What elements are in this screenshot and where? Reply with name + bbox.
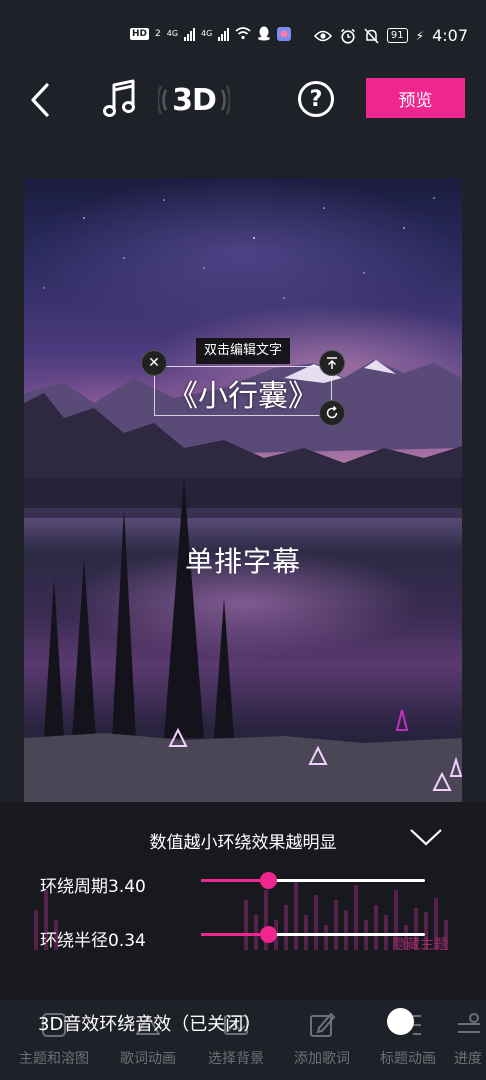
subtitle-text[interactable]: 单排字幕 [24, 540, 462, 580]
slider-fill [201, 879, 269, 882]
tab-lyrics-animation-label: 歌词动画 [120, 1051, 176, 1067]
qq-icon [258, 26, 271, 41]
surround-period-slider[interactable] [201, 871, 425, 891]
eye-icon [313, 30, 332, 41]
back-button[interactable] [22, 78, 58, 122]
hd-badge: HD [130, 27, 150, 40]
3d-effect-status: 3D音效环绕音效（已关闭） [38, 1014, 262, 1035]
wifi-icon [235, 27, 251, 40]
charging-icon: ⚡ [415, 28, 425, 43]
battery-indicator: 91 [386, 28, 408, 43]
chevron-down-icon [410, 829, 442, 846]
hide-theme-label[interactable]: 隐藏主题 [392, 934, 448, 954]
double-click-edit-hint: 双击编辑文字 [196, 338, 291, 364]
network-type-2: 4G [201, 29, 213, 38]
title-text[interactable]: 《小行囊》 [155, 371, 331, 415]
music-button[interactable] [100, 76, 140, 122]
slider-thumb[interactable] [260, 926, 278, 943]
hd-sub: 2 [155, 28, 161, 39]
chevron-left-icon [31, 83, 49, 117]
signal-icon [184, 27, 196, 41]
3d-effect-toggle[interactable] [387, 1008, 414, 1035]
collapse-panel-button[interactable] [408, 824, 444, 850]
3d-sound-button[interactable]: 3D [158, 78, 230, 122]
top-arrow-icon [327, 357, 337, 369]
close-icon: ✕ [148, 355, 160, 371]
clock: 4:07 [432, 26, 468, 45]
bring-to-top-button[interactable] [319, 350, 345, 376]
tab-progress[interactable]: 进度 [454, 1008, 486, 1068]
preview-button[interactable]: 预览 [366, 78, 465, 118]
network-type-1: 4G [166, 29, 179, 38]
app-notification-icon [277, 26, 292, 41]
surround-settings-panel: 数值越小环绕效果越明显 环绕周期3.40 环绕半径0.34 隐藏主题 [0, 802, 486, 1012]
tab-add-lyrics[interactable]: 添加歌词 [282, 1008, 362, 1068]
status-left: HD 2 4G 4G [130, 26, 292, 41]
tab-add-lyrics-label: 添加歌词 [294, 1051, 350, 1067]
surround-period-label: 环绕周期3.40 [40, 877, 146, 897]
edit-icon [310, 1012, 336, 1037]
mute-bell-icon [364, 27, 379, 44]
3d-label: 3D [172, 82, 217, 118]
tab-title-animation-label: 标题动画 [380, 1051, 436, 1067]
rotate-icon [326, 406, 338, 419]
music-note-icon [103, 79, 135, 117]
question-icon: ? [309, 86, 323, 112]
bottom-toolbar: 主题和溶图 歌词动画 选择背景 添加歌词 标题动画 进度 3D音效环绕音效（已关… [0, 1000, 486, 1080]
landscape-scene [24, 197, 462, 802]
status-bar: HD 2 4G 4G 91 ⚡ 4:07 [0, 0, 486, 72]
slider-fill [201, 933, 269, 936]
progress-icon [458, 1013, 480, 1033]
top-toolbar: 3D ? 预览 [0, 72, 486, 128]
status-right: 91 ⚡ 4:07 [313, 26, 468, 45]
rotate-text-button[interactable] [319, 400, 345, 426]
tab-background-label: 选择背景 [208, 1051, 264, 1067]
delete-text-button[interactable]: ✕ [141, 350, 167, 376]
video-preview-canvas[interactable]: 双击编辑文字 《小行囊》 ✕ 单排字幕 [24, 178, 462, 802]
slider-thumb[interactable] [260, 872, 278, 889]
signal-icon-2 [218, 27, 230, 41]
alarm-icon [340, 28, 355, 44]
surround-radius-label: 环绕半径0.34 [40, 931, 146, 951]
help-button[interactable]: ? [298, 81, 334, 117]
title-text-box[interactable]: 《小行囊》 [154, 366, 332, 416]
tab-progress-label: 进度 [454, 1051, 482, 1067]
tab-theme-label: 主题和溶图 [19, 1051, 89, 1067]
